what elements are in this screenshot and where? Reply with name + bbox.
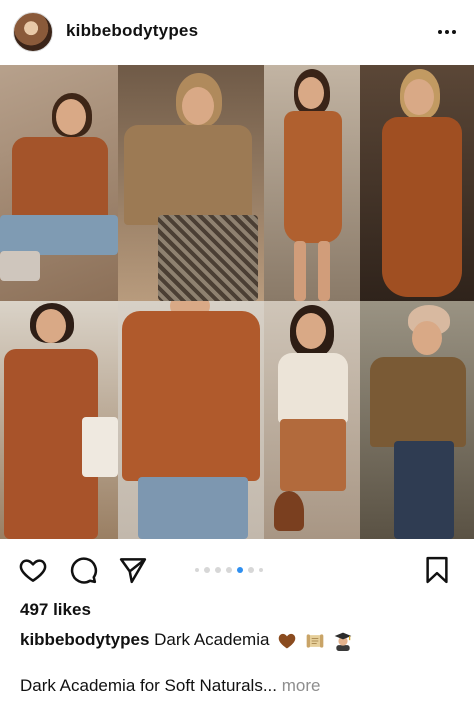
header-username[interactable]: kibbebodytypes [66,21,198,41]
collage-photo-8 [360,301,474,539]
carousel-dot [259,568,263,572]
likes-count[interactable]: 497 likes [20,600,91,620]
more-options-icon[interactable] [434,22,460,42]
collage-photo-7 [264,301,360,539]
collage-photo-5 [0,301,118,539]
heart-icon[interactable] [18,555,48,585]
carousel-dot [248,567,254,573]
caption-preview: Dark Academia for Soft Naturals... more [20,676,320,696]
post-action-bar [0,545,474,595]
carousel-dot [226,567,232,573]
carousel-dot [204,567,210,573]
collage-photo-3 [264,65,360,301]
collage-photo-6 [118,301,264,539]
scroll-emoji-icon [306,633,324,648]
post-caption: kibbebodytypes Dark Academia [20,630,353,651]
student-emoji-icon [334,632,351,651]
carousel-dot [195,568,199,572]
collage-photo-1 [0,65,118,301]
caption-text: Dark Academia [154,630,270,649]
post-header: kibbebodytypes [0,0,474,64]
carousel-indicator [195,567,263,573]
post-image-collage[interactable] [0,65,474,539]
caption-username[interactable]: kibbebodytypes [20,630,149,649]
collage-photo-2 [118,65,264,301]
share-icon[interactable] [118,555,148,585]
profile-avatar[interactable] [13,12,53,52]
bookmark-icon[interactable] [422,555,452,585]
caption-preview-text: Dark Academia for Soft Naturals... [20,676,277,695]
collage-photo-4 [360,65,474,301]
carousel-dot-active [237,567,243,573]
comment-icon[interactable] [68,555,98,585]
carousel-dot [215,567,221,573]
brown-heart-emoji-icon [278,633,296,649]
more-link[interactable]: more [282,676,321,695]
